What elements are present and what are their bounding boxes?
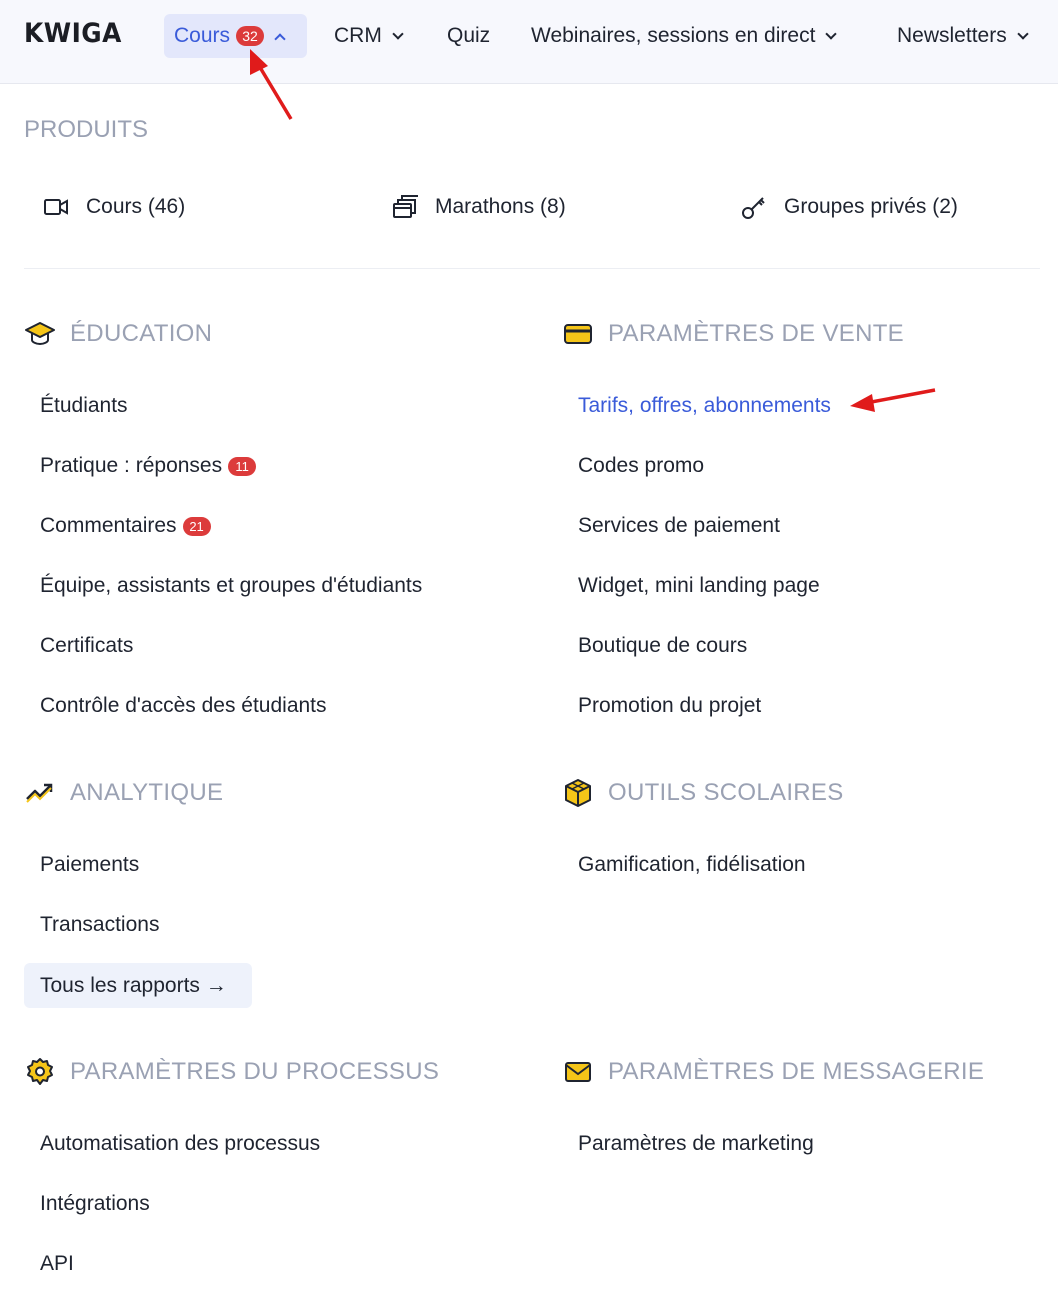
products-heading: PRODUITS xyxy=(24,116,149,143)
link-transactions[interactable]: Transactions xyxy=(40,913,159,937)
all-reports-label: Tous les rapports → xyxy=(40,973,227,997)
nav-webinaires[interactable]: Webinaires, sessions en direct xyxy=(521,14,845,58)
link-services-paiement[interactable]: Services de paiement xyxy=(578,514,780,538)
product-marathons-label: Marathons (8) xyxy=(435,195,566,218)
credit-card-icon xyxy=(564,324,592,344)
link-gamification-label: Gamification, fidélisation xyxy=(578,853,806,876)
nav-webinaires-label: Webinaires, sessions en direct xyxy=(531,24,816,47)
analytics-heading-label: ANALYTIQUE xyxy=(70,779,224,806)
nav-cours[interactable]: Cours 32 xyxy=(164,14,307,58)
process-heading: PARAMÈTRES DU PROCESSUS xyxy=(27,1058,440,1086)
nav-cours-label: Cours xyxy=(174,24,231,47)
nav-newsletters-label: Newsletters xyxy=(897,24,1007,47)
link-api[interactable]: API xyxy=(40,1252,74,1276)
commentaires-badge: 21 xyxy=(182,516,211,536)
link-integrations[interactable]: Intégrations xyxy=(40,1192,150,1216)
link-boutique[interactable]: Boutique de cours xyxy=(578,634,747,658)
school-tools-heading-label: OUTILS SCOLAIRES xyxy=(608,779,844,806)
messaging-heading: PARAMÈTRES DE MESSAGERIE xyxy=(565,1058,985,1086)
messaging-heading-label: PARAMÈTRES DE MESSAGERIE xyxy=(608,1058,985,1085)
link-certificats-label: Certificats xyxy=(40,634,134,657)
school-tools-heading: OUTILS SCOLAIRES xyxy=(565,779,844,807)
gear-icon xyxy=(27,1058,53,1085)
nav-crm-label: CRM xyxy=(334,24,382,47)
stacked-windows-icon xyxy=(393,195,418,218)
link-services-paiement-label: Services de paiement xyxy=(578,514,780,537)
trending-up-icon xyxy=(26,783,53,803)
link-automatisation-label: Automatisation des processus xyxy=(40,1132,321,1155)
chevron-down-icon xyxy=(825,27,838,40)
education-heading-label: ÉDUCATION xyxy=(70,320,213,347)
link-paiements-label: Paiements xyxy=(40,853,140,876)
link-codes-promo[interactable]: Codes promo xyxy=(578,454,704,478)
link-etudiants-label: Étudiants xyxy=(40,394,128,417)
nav-crm[interactable]: CRM xyxy=(324,14,412,58)
link-controle-acces-label: Contrôle d'accès des étudiants xyxy=(40,694,327,717)
link-commentaires-label: Commentaires xyxy=(40,514,177,537)
process-heading-label: PARAMÈTRES DU PROCESSUS xyxy=(70,1058,440,1085)
link-integrations-label: Intégrations xyxy=(40,1192,150,1215)
pratique-reponses-badge: 11 xyxy=(228,456,257,476)
product-groupes-prives[interactable]: Groupes privés (2) xyxy=(740,193,958,221)
link-promotion-label: Promotion du projet xyxy=(578,694,762,717)
chevron-down-icon xyxy=(1017,27,1029,40)
nav-cours-badge: 32 xyxy=(236,26,265,46)
product-groupes-prives-label: Groupes privés (2) xyxy=(784,195,958,218)
sales-heading: PARAMÈTRES DE VENTE xyxy=(564,320,904,348)
logo[interactable]: KWIGA xyxy=(24,18,122,49)
analytics-heading: ANALYTIQUE xyxy=(26,779,224,807)
sales-heading-label: PARAMÈTRES DE VENTE xyxy=(608,320,904,347)
link-paiements[interactable]: Paiements xyxy=(40,853,139,877)
link-transactions-label: Transactions xyxy=(40,913,160,936)
link-tarifs-offres-label: Tarifs, offres, abonnements xyxy=(578,394,831,417)
envelope-icon xyxy=(565,1062,591,1082)
link-codes-promo-label: Codes promo xyxy=(578,454,705,477)
cube-icon xyxy=(565,779,591,807)
link-tarifs-offres[interactable]: Tarifs, offres, abonnements xyxy=(578,394,831,418)
link-equipe-label: Équipe, assistants et groupes d'étudiant… xyxy=(40,574,423,597)
nav-quiz[interactable]: Quiz xyxy=(437,14,500,58)
link-pratique-reponses[interactable]: Pratique : réponses 11 xyxy=(40,454,257,478)
graduation-cap-icon xyxy=(25,322,55,346)
link-widget-label: Widget, mini landing page xyxy=(578,574,820,597)
link-certificats[interactable]: Certificats xyxy=(40,634,133,658)
product-cours-label: Cours (46) xyxy=(86,195,186,218)
link-gamification[interactable]: Gamification, fidélisation xyxy=(578,853,806,877)
product-marathons[interactable]: Marathons (8) xyxy=(391,193,566,221)
link-widget[interactable]: Widget, mini landing page xyxy=(578,574,820,598)
chevron-down-icon xyxy=(392,27,404,40)
chevron-up-icon xyxy=(274,32,286,45)
link-automatisation[interactable]: Automatisation des processus xyxy=(40,1132,320,1156)
video-camera-icon xyxy=(44,199,68,215)
key-icon xyxy=(742,197,765,219)
link-commentaires[interactable]: Commentaires 21 xyxy=(40,514,211,538)
link-etudiants[interactable]: Étudiants xyxy=(40,394,128,418)
product-cours[interactable]: Cours (46) xyxy=(42,193,185,221)
link-controle-acces[interactable]: Contrôle d'accès des étudiants xyxy=(40,694,327,718)
top-navigation: KWIGA Cours 32 CRM Quiz Webinaires, sess… xyxy=(0,0,1058,84)
divider xyxy=(24,268,1040,269)
link-parametres-marketing-label: Paramètres de marketing xyxy=(578,1132,814,1155)
link-api-label: API xyxy=(40,1252,74,1275)
annotation-arrow-tarifs xyxy=(850,388,936,412)
nav-newsletters[interactable]: Newsletters xyxy=(887,14,1037,58)
link-parametres-marketing[interactable]: Paramètres de marketing xyxy=(578,1132,814,1156)
nav-quiz-label: Quiz xyxy=(447,24,491,47)
link-pratique-reponses-label: Pratique : réponses xyxy=(40,454,223,477)
link-equipe[interactable]: Équipe, assistants et groupes d'étudiant… xyxy=(40,574,422,598)
education-heading: ÉDUCATION xyxy=(25,320,213,348)
link-promotion[interactable]: Promotion du projet xyxy=(578,694,761,718)
all-reports-button[interactable]: Tous les rapports → xyxy=(24,963,252,1008)
link-boutique-label: Boutique de cours xyxy=(578,634,748,657)
